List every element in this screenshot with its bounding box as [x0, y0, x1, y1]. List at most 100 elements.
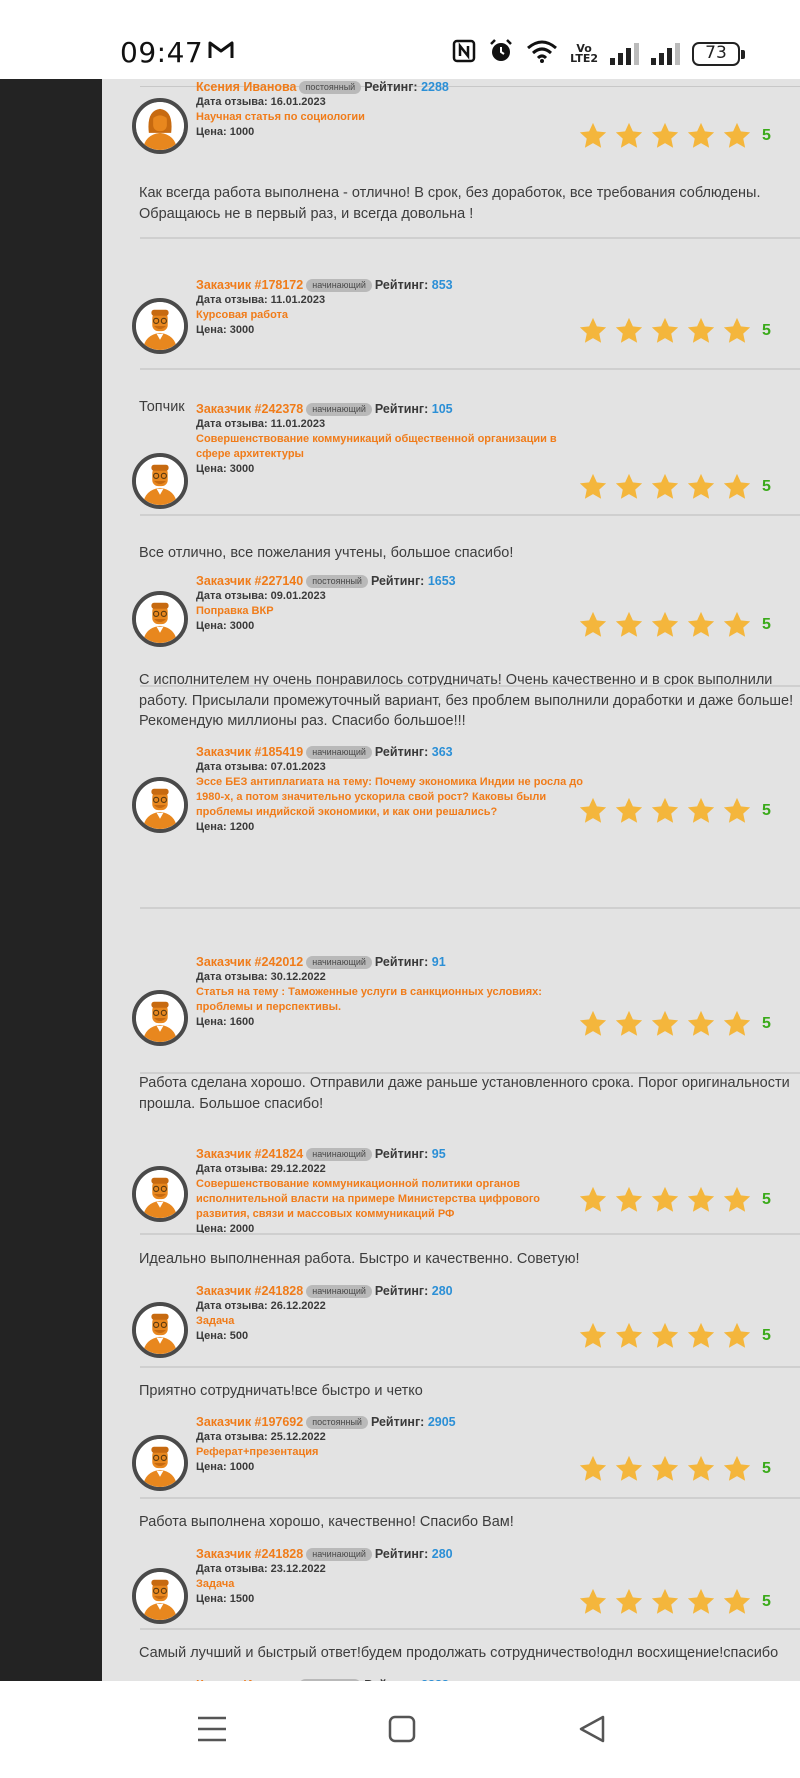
order-subject-link[interactable]: Реферат+презентация — [196, 1445, 586, 1460]
wifi-icon — [526, 39, 558, 68]
order-price: Цена: 3000 — [196, 463, 255, 475]
rating-label: Рейтинг: — [374, 1147, 429, 1161]
review-item: Заказчик #242378 начинающий Рейтинг: 105 Да… — [102, 381, 800, 561]
review-score: 5 — [762, 1191, 771, 1208]
review-item: Ксения ИвановапостоянныйРейтинг: 2288Дат… — [102, 1642, 800, 1681]
reviewer-rating: 105 — [431, 402, 453, 416]
divider — [140, 514, 800, 516]
star-icon — [650, 796, 680, 826]
reviewer-rating: 91 — [431, 955, 446, 969]
reviewer-status-badge: начинающий — [306, 746, 372, 759]
star-icon — [686, 316, 716, 346]
order-subject-link[interactable]: Курсовая работа — [196, 308, 586, 323]
reviewer-name[interactable]: Заказчик #185419 — [196, 745, 303, 759]
reviewer-name[interactable]: Заказчик #241824 — [196, 1147, 303, 1161]
star-rating: 5 — [572, 610, 772, 640]
reviewer-name[interactable]: Заказчик #227140 — [196, 574, 303, 588]
star-rating: 5 — [572, 1587, 772, 1617]
star-icon — [578, 1321, 608, 1351]
order-subject-link[interactable]: Поправка ВКР — [196, 604, 586, 619]
rating-label: Рейтинг: — [374, 1284, 429, 1298]
reviewer-name[interactable]: Заказчик #242378 — [196, 402, 303, 416]
menu-icon[interactable] — [197, 1715, 227, 1748]
star-icon — [578, 796, 608, 826]
order-subject-link[interactable]: Совершенствование коммуникационной полит… — [196, 1177, 586, 1222]
user-avatar-icon[interactable] — [132, 591, 188, 647]
back-icon[interactable] — [578, 1714, 606, 1749]
review-score: 5 — [762, 1015, 771, 1032]
order-subject-link[interactable]: Задача — [196, 1577, 586, 1592]
user-avatar-icon[interactable] — [132, 453, 188, 509]
divider — [140, 685, 800, 687]
user-avatar-icon[interactable] — [132, 777, 188, 833]
review-meta: Заказчик #241828 начинающий Рейтинг: 280 Да… — [196, 1283, 586, 1344]
review-score: 5 — [762, 616, 771, 633]
review-date: Дата отзыва: 23.12.2022 — [196, 1563, 326, 1575]
star-icon — [578, 1587, 608, 1617]
review-score: 5 — [762, 478, 771, 495]
divider — [140, 237, 800, 239]
order-subject-link[interactable]: Научная статья по социологии — [196, 110, 586, 125]
review-item: Заказчик #227140 постоянный Рейтинг: 1653 Д… — [102, 528, 800, 729]
reviewer-rating: 2288 — [421, 80, 449, 94]
reviewer-status-badge: начинающий — [306, 403, 372, 416]
user-avatar-icon[interactable] — [132, 1302, 188, 1358]
reviewer-name[interactable]: Ксения Иванова — [196, 80, 296, 94]
review-date: Дата отзыва: 11.01.2023 — [196, 418, 326, 430]
system-nav-bar — [0, 1681, 800, 1778]
star-rating: 5 — [572, 316, 772, 346]
reviewer-status-badge: постоянный — [306, 575, 368, 588]
left-sidebar-strip — [0, 79, 102, 1681]
reviews-list[interactable]: Ксения Иванова постоянный Рейтинг: 2288 Дат… — [102, 79, 800, 1681]
reviewer-line: Заказчик #242378 начинающий Рейтинг: 105 — [196, 401, 586, 417]
review-meta: Заказчик #241828 начинающий Рейтинг: 280 Да… — [196, 1546, 586, 1607]
reviewer-name[interactable]: Заказчик #242012 — [196, 955, 303, 969]
divider — [140, 1072, 800, 1074]
review-text: Как всегда работа выполнена - отлично! В… — [139, 185, 761, 222]
user-avatar-icon[interactable] — [132, 990, 188, 1046]
order-subject-link[interactable]: Совершенствование коммуникаций обществен… — [196, 432, 586, 462]
alarm-icon — [488, 38, 514, 69]
user-avatar-icon[interactable] — [132, 1435, 188, 1491]
star-icon — [578, 610, 608, 640]
star-icon — [650, 1009, 680, 1039]
reviewer-status-badge: начинающий — [306, 1285, 372, 1298]
home-icon[interactable] — [388, 1715, 416, 1748]
review-score: 5 — [762, 1460, 771, 1477]
star-icon — [686, 796, 716, 826]
order-subject-link[interactable]: Статья на тему : Таможенные услуги в сан… — [196, 985, 586, 1015]
star-icon — [722, 1009, 752, 1039]
divider — [140, 907, 800, 909]
review-score: 5 — [762, 1327, 771, 1344]
reviewer-name[interactable]: Заказчик #178172 — [196, 278, 303, 292]
user-avatar-icon[interactable] — [132, 98, 188, 154]
user-avatar-icon[interactable] — [132, 298, 188, 354]
review-score: 5 — [762, 322, 771, 339]
divider — [140, 1628, 800, 1630]
order-price: Цена: 1600 — [196, 1016, 255, 1028]
status-bar: 09:47 Vo LTE2 73 — [0, 0, 800, 79]
star-icon — [614, 121, 644, 151]
divider — [140, 1233, 800, 1235]
reviewer-rating: 363 — [431, 745, 453, 759]
user-avatar-icon[interactable] — [132, 1568, 188, 1624]
order-subject-link[interactable]: Задача — [196, 1314, 586, 1329]
star-icon — [614, 1454, 644, 1484]
star-icon — [722, 472, 752, 502]
star-icon — [578, 316, 608, 346]
order-subject-link[interactable]: Эссе БЕЗ антиплагиата на тему: Почему эк… — [196, 775, 586, 820]
reviewer-rating: 2905 — [427, 1415, 456, 1429]
review-item: Заказчик #241828 начинающий Рейтинг: 280 Да… — [102, 1249, 800, 1399]
reviewer-line: Заказчик #178172 начинающий Рейтинг: 853 — [196, 277, 586, 293]
review-date: Дата отзыва: 26.12.2022 — [196, 1300, 326, 1312]
reviewer-name[interactable]: Заказчик #241828 — [196, 1284, 303, 1298]
review-date: Дата отзыва: 25.12.2022 — [196, 1431, 326, 1443]
review-item: Ксения ИвановапостоянныйРейтинг: 2288Дат… — [102, 80, 800, 244]
reviewer-rating: 853 — [431, 278, 453, 292]
reviewer-name[interactable]: Заказчик #241828 — [196, 1547, 303, 1561]
order-price: Цена: 3000 — [196, 324, 255, 336]
user-avatar-icon[interactable] — [132, 1166, 188, 1222]
reviewer-name[interactable]: Заказчик #197692 — [196, 1415, 303, 1429]
divider — [140, 368, 800, 370]
star-icon — [686, 1009, 716, 1039]
